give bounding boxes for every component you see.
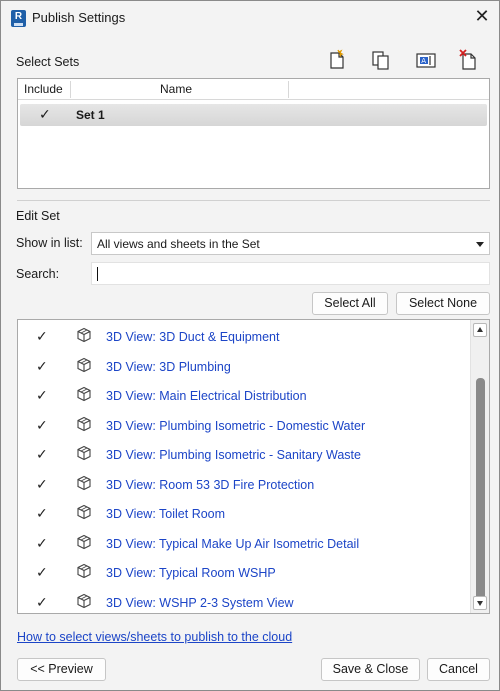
sets-grid-header: Include Name — [18, 79, 489, 100]
view-list-item[interactable]: ✓ 3D View: Plumbing Isometric - Domestic … — [18, 411, 470, 441]
3d-view-icon — [76, 475, 92, 491]
view-list-item[interactable]: ✓ 3D View: 3D Plumbing — [18, 352, 470, 382]
view-list-item[interactable]: ✓ 3D View: 3D Duct & Equipment — [18, 322, 470, 352]
search-input[interactable] — [91, 262, 490, 285]
include-checkbox[interactable]: ✓ — [39, 106, 51, 123]
3d-view-icon — [76, 327, 92, 343]
column-header-name[interactable]: Name — [160, 82, 192, 96]
save-close-button[interactable]: Save & Close — [321, 658, 420, 681]
show-in-list-label: Show in list: — [16, 236, 83, 250]
3d-view-icon — [76, 416, 92, 432]
rename-set-icon[interactable]: A — [415, 49, 437, 71]
view-label[interactable]: 3D View: WSHP 2-3 System View — [106, 596, 294, 610]
title-bar: R Publish Settings ✕ — [1, 1, 499, 35]
view-label[interactable]: 3D View: Plumbing Isometric - Domestic W… — [106, 419, 365, 433]
column-header-include[interactable]: Include — [24, 82, 63, 96]
view-checkbox[interactable]: ✓ — [36, 535, 48, 552]
views-list: ✓ 3D View: 3D Duct & Equipment ✓ 3D View: 3… — [17, 319, 490, 614]
edit-set-label: Edit Set — [16, 209, 60, 223]
duplicate-set-icon[interactable] — [370, 49, 392, 71]
view-list-item[interactable]: ✓ 3D View: Typical Room WSHP — [18, 558, 470, 588]
view-label[interactable]: 3D View: Toilet Room — [106, 507, 225, 521]
3d-view-icon — [76, 445, 92, 461]
view-label[interactable]: 3D View: Main Electrical Distribution — [106, 389, 307, 403]
3d-view-icon — [76, 386, 92, 402]
sets-grid: Include Name ✓ Set 1 — [17, 78, 490, 189]
preview-button[interactable]: << Preview — [17, 658, 106, 681]
view-list-item[interactable]: ✓ 3D View: Room 53 3D Fire Protection — [18, 470, 470, 500]
view-label[interactable]: 3D View: Typical Make Up Air Isometric D… — [106, 537, 359, 551]
view-checkbox[interactable]: ✓ — [36, 358, 48, 375]
show-in-list-value: All views and sheets in the Set — [97, 237, 260, 251]
scroll-down-icon[interactable] — [473, 596, 487, 610]
close-icon[interactable]: ✕ — [471, 6, 493, 28]
delete-set-icon[interactable] — [458, 49, 480, 71]
view-checkbox[interactable]: ✓ — [36, 505, 48, 522]
chevron-down-icon — [476, 242, 484, 247]
cancel-button[interactable]: Cancel — [427, 658, 490, 681]
3d-view-icon — [76, 593, 92, 609]
view-checkbox[interactable]: ✓ — [36, 387, 48, 404]
set-row[interactable]: ✓ Set 1 — [20, 104, 487, 126]
window-title: Publish Settings — [32, 10, 126, 25]
scrollbar-thumb[interactable] — [476, 378, 485, 606]
select-sets-label: Select Sets — [16, 55, 80, 69]
svg-text:A: A — [421, 57, 426, 65]
view-list-item[interactable]: ✓ 3D View: Toilet Room — [18, 499, 470, 529]
view-checkbox[interactable]: ✓ — [36, 446, 48, 463]
3d-view-icon — [76, 504, 92, 520]
view-list-item[interactable]: ✓ 3D View: WSHP 2-3 System View — [18, 588, 470, 614]
view-list-item[interactable]: ✓ 3D View: Plumbing Isometric - Sanitary … — [18, 440, 470, 470]
view-label[interactable]: 3D View: 3D Plumbing — [106, 360, 231, 374]
view-label[interactable]: 3D View: Typical Room WSHP — [106, 566, 276, 580]
3d-view-icon — [76, 357, 92, 373]
view-list-item[interactable]: ✓ 3D View: Main Electrical Distribution — [18, 381, 470, 411]
select-all-button[interactable]: Select All — [312, 292, 388, 315]
view-checkbox[interactable]: ✓ — [36, 476, 48, 493]
show-in-list-dropdown[interactable]: All views and sheets in the Set — [91, 232, 490, 255]
view-checkbox[interactable]: ✓ — [36, 328, 48, 345]
help-link[interactable]: How to select views/sheets to publish to… — [17, 630, 292, 644]
search-label: Search: — [16, 267, 60, 281]
new-set-icon[interactable] — [326, 49, 348, 71]
view-checkbox[interactable]: ✓ — [36, 564, 48, 581]
view-checkbox[interactable]: ✓ — [36, 594, 48, 611]
scroll-up-icon[interactable] — [473, 323, 487, 337]
app-icon-letter: R — [14, 11, 23, 22]
vertical-scrollbar[interactable] — [470, 320, 489, 613]
view-checkbox[interactable]: ✓ — [36, 417, 48, 434]
view-label[interactable]: 3D View: Room 53 3D Fire Protection — [106, 478, 314, 492]
view-label[interactable]: 3D View: Plumbing Isometric - Sanitary W… — [106, 448, 361, 462]
view-list-item[interactable]: ✓ 3D View: Typical Make Up Air Isometric … — [18, 529, 470, 559]
revit-app-icon: R — [11, 10, 26, 27]
set-name: Set 1 — [76, 108, 105, 122]
view-label[interactable]: 3D View: 3D Duct & Equipment — [106, 330, 279, 344]
section-divider — [17, 200, 490, 201]
3d-view-icon — [76, 534, 92, 550]
publish-settings-dialog: R Publish Settings ✕ Select Sets A Inclu… — [0, 0, 500, 691]
text-caret — [97, 267, 98, 281]
3d-view-icon — [76, 563, 92, 579]
select-none-button[interactable]: Select None — [396, 292, 490, 315]
